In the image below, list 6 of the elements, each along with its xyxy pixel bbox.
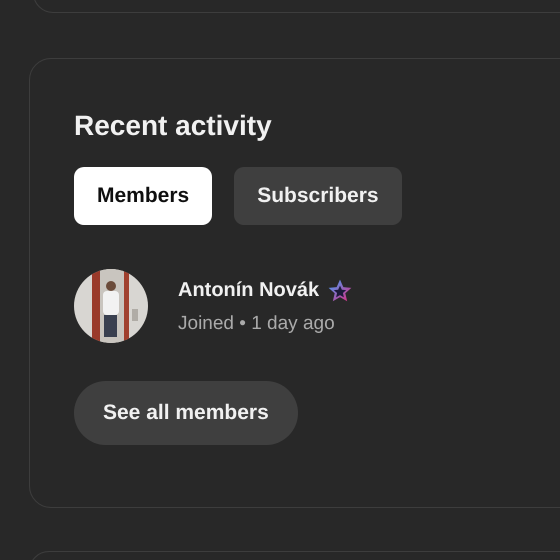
section-title: Recent activity bbox=[74, 109, 272, 143]
tab[interactable]: Members bbox=[74, 167, 212, 225]
tab[interactable]: Subscribers bbox=[234, 167, 402, 225]
member-name[interactable]: Antonín Novák bbox=[178, 279, 320, 302]
join-status: Joined • 1 day ago bbox=[178, 312, 336, 334]
see-all-members-button[interactable]: See all members bbox=[74, 381, 298, 445]
